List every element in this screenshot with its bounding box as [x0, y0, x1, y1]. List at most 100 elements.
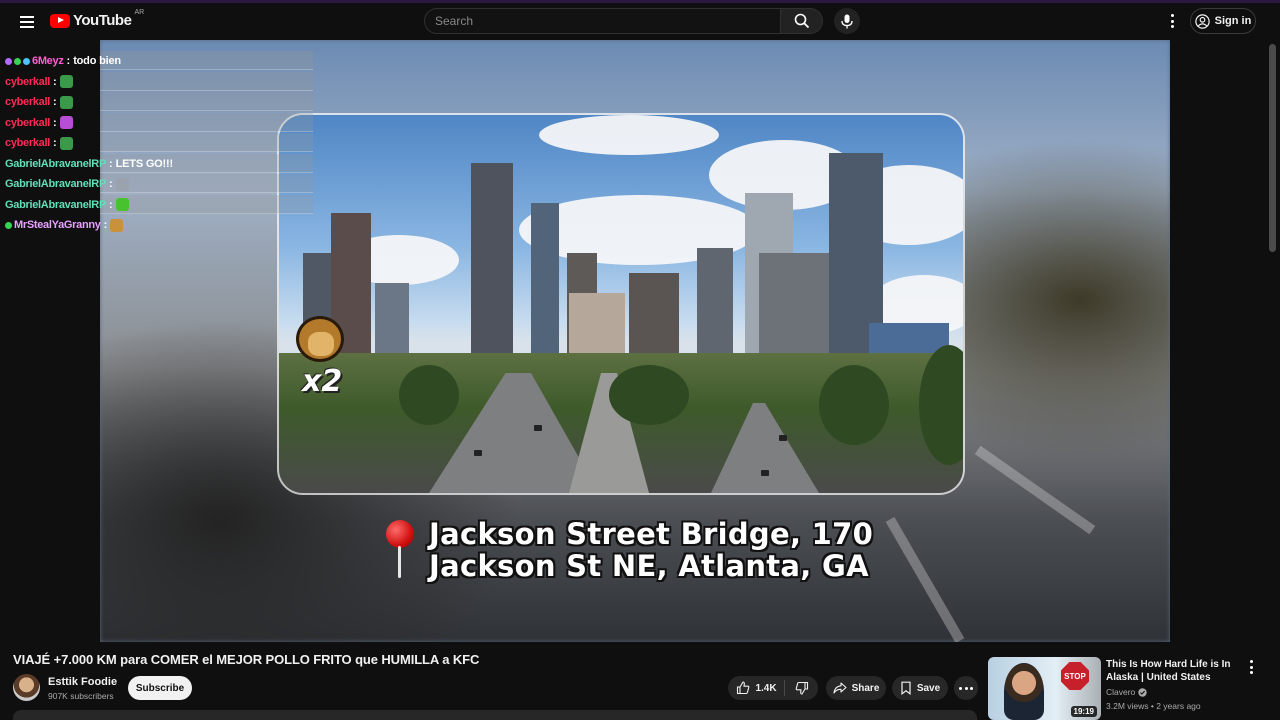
recommended-more-icon[interactable] — [1244, 659, 1258, 675]
chat-username: GabrielAbravanelRP — [5, 178, 106, 191]
thumbs-down-icon — [795, 681, 808, 695]
chat-username: cyberkall — [5, 96, 51, 109]
chat-username: cyberkall — [5, 137, 51, 150]
recommended-channel[interactable]: Clavero — [1106, 687, 1147, 697]
search-input[interactable]: Search — [424, 8, 781, 34]
settings-more-icon[interactable] — [1164, 11, 1180, 31]
building — [629, 273, 679, 363]
channel-name[interactable]: Esttik Foodie — [48, 676, 117, 688]
chat-separator: : — [103, 219, 108, 232]
verified-icon — [1138, 687, 1147, 697]
chat-emote-icon — [115, 198, 129, 212]
chat-text: todo bien — [73, 55, 121, 68]
chat-message: 6Meyz: todo bien — [0, 51, 313, 72]
voice-search-button[interactable] — [834, 8, 860, 34]
chat-username: cyberkall — [5, 116, 51, 129]
chat-separator: : — [53, 137, 57, 150]
chat-row-background — [100, 51, 313, 70]
car — [474, 450, 482, 456]
chat-message: MrStealYaGranny: — [0, 215, 313, 236]
chat-row-background — [100, 174, 313, 193]
tree — [399, 365, 459, 425]
multiplier-label: x2 — [302, 364, 343, 399]
like-count: 1.4K — [755, 682, 777, 694]
gorilla-sticker: x2 — [286, 312, 362, 399]
hamburger-menu-icon[interactable] — [14, 9, 40, 35]
chat-username: GabrielAbravanelRP — [5, 198, 106, 211]
top-bar: YouTube AR Search Sign in — [0, 3, 1280, 40]
chat-message: cyberkall: — [0, 112, 313, 134]
microphone-icon — [841, 14, 853, 28]
chat-text: LETS GO!!! — [115, 157, 173, 170]
bookmark-icon — [901, 681, 911, 695]
share-label: Share — [851, 682, 880, 694]
building — [697, 248, 733, 363]
car — [779, 435, 787, 441]
cloud — [539, 115, 719, 155]
thumbnail-person — [1004, 663, 1044, 720]
chat-message: GabrielAbravanelRP: — [0, 174, 313, 195]
chat-username: cyberkall — [5, 75, 51, 88]
video-title: VIAJÉ +7.000 KM para COMER el MEJOR POLL… — [13, 652, 480, 667]
subscriber-count: 907K subscribers — [48, 691, 114, 701]
chat-username: GabrielAbravanelRP — [5, 157, 106, 170]
location-caption: Jackson Street Bridge, 170 Jackson St NE… — [385, 518, 873, 582]
chat-emote-icon — [110, 218, 124, 232]
building — [375, 283, 409, 363]
like-button[interactable]: 1.4K — [728, 676, 785, 700]
more-dot — [964, 686, 968, 690]
recommended-video-title[interactable]: This Is How Hard Life is In Alaska | Uni… — [1106, 658, 1236, 684]
chat-emote-icon — [59, 116, 73, 130]
channel-avatar[interactable] — [13, 674, 40, 701]
chat-row-background — [100, 194, 313, 214]
thumbnail-stop-sign: STOP — [1061, 662, 1089, 690]
recommended-channel-name: Clavero — [1106, 687, 1136, 697]
youtube-logo[interactable]: YouTube AR — [50, 9, 145, 29]
chat-message: GabrielAbravanelRP: LETS GO!!! — [0, 153, 313, 175]
dislike-button[interactable] — [785, 676, 818, 700]
share-icon — [833, 682, 847, 694]
chat-row-background — [100, 133, 313, 152]
description-box[interactable] — [13, 710, 977, 720]
building — [471, 163, 513, 363]
search-button[interactable] — [781, 8, 823, 34]
chat-badge-icon — [5, 57, 12, 65]
chat-message: GabrielAbravanelRP: — [0, 194, 313, 216]
logo-country-code: AR — [134, 9, 145, 16]
save-label: Save — [916, 682, 941, 694]
subscribe-button[interactable]: Subscribe — [128, 676, 192, 700]
share-button[interactable]: Share — [826, 676, 886, 700]
chat-emote-icon — [59, 75, 73, 89]
chat-separator: : — [66, 55, 71, 68]
search-icon — [794, 13, 809, 29]
chat-message: cyberkall: — [0, 71, 313, 93]
chat-message: cyberkall: — [0, 133, 313, 154]
search-placeholder: Search — [435, 14, 474, 28]
location-line-1: Jackson Street Bridge, 170 — [429, 517, 874, 551]
chat-badge-icon — [14, 57, 21, 65]
chat-row-background — [100, 112, 313, 132]
chat-username: 6Meyz — [32, 55, 64, 68]
chat-separator: : — [53, 116, 57, 129]
video-duration: 19:19 — [1070, 706, 1097, 717]
tree — [819, 365, 889, 445]
chat-username: MrStealYaGranny — [14, 219, 101, 232]
page-scrollbar-thumb[interactable] — [1269, 44, 1276, 252]
save-button[interactable]: Save — [892, 676, 948, 700]
chat-separator: : — [53, 75, 57, 88]
recommended-video-thumbnail[interactable]: STOP 19:19 — [988, 657, 1101, 720]
building — [531, 203, 559, 363]
sign-in-button[interactable]: Sign in — [1190, 8, 1256, 34]
more-dot — [959, 686, 962, 690]
tree — [609, 365, 689, 425]
account-icon — [1194, 13, 1210, 29]
chat-emote-icon — [59, 136, 73, 150]
location-line-2: Jackson St NE, Atlanta, GA — [429, 549, 869, 583]
atlanta-skyline-clip — [277, 113, 965, 495]
chat-separator: : — [53, 96, 57, 109]
sign-in-label: Sign in — [1214, 15, 1252, 27]
recommended-video-meta: 3.2M views • 2 years ago — [1106, 701, 1201, 711]
chat-separator: : — [108, 157, 113, 170]
more-actions-button[interactable] — [954, 676, 978, 700]
thumbs-up-icon — [737, 681, 750, 695]
